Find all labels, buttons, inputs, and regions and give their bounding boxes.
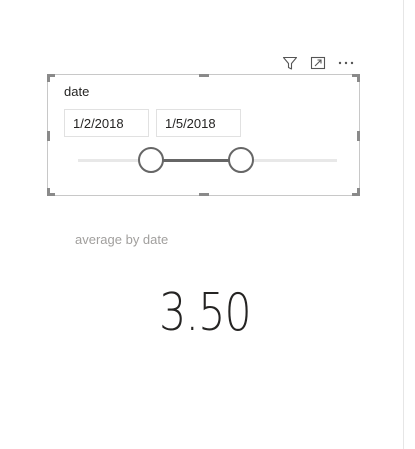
resize-handle-top[interactable]: [199, 74, 209, 77]
date-slicer[interactable]: date: [47, 74, 360, 196]
resize-handle-right[interactable]: [357, 131, 360, 141]
resize-handle-bottom-left[interactable]: [47, 188, 50, 196]
resize-handle-top-right[interactable]: [357, 74, 360, 82]
resize-handle-bottom[interactable]: [199, 193, 209, 196]
visual-header: [280, 53, 356, 73]
page-edge-divider: [403, 0, 404, 449]
filter-icon[interactable]: [280, 53, 300, 73]
range-start-thumb[interactable]: [137, 147, 164, 173]
slicer-title: date: [64, 84, 90, 99]
focus-mode-icon[interactable]: [308, 53, 328, 73]
resize-handle-bottom-right[interactable]: [357, 188, 360, 196]
resize-handle-top-left[interactable]: [47, 74, 50, 82]
end-date-input[interactable]: [156, 109, 241, 137]
range-end-thumb[interactable]: [228, 147, 255, 173]
card-label: average by date: [75, 232, 169, 247]
card-value: 3.50: [159, 283, 251, 343]
start-date-input[interactable]: [64, 109, 149, 137]
more-options-icon[interactable]: [336, 53, 356, 73]
report-canvas: date average by date 3.50: [0, 0, 415, 449]
resize-handle-left[interactable]: [47, 131, 50, 141]
